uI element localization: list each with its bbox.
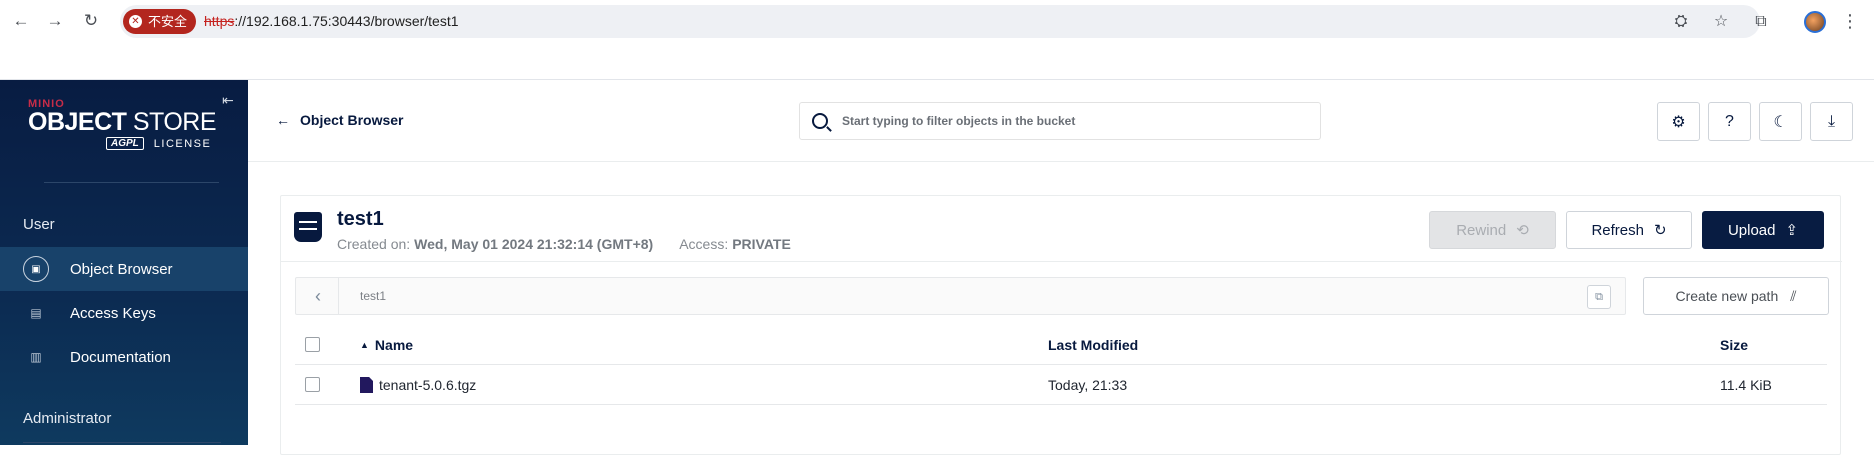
access-value: PRIVATE [732, 236, 791, 252]
url-rest: ://192.168.1.75:30443/browser/test1 [234, 13, 459, 29]
copy-path-icon[interactable]: ⧉ [1587, 285, 1611, 309]
profile-avatar[interactable] [1804, 11, 1826, 33]
forward-arrow-icon[interactable]: → [44, 10, 66, 32]
sidebar-item-label: Access Keys [70, 304, 156, 322]
column-header-modified[interactable]: Last Modified [1048, 337, 1138, 353]
browser-menu-icon[interactable]: ⋮ [1840, 10, 1860, 32]
size-cell: 11.4 KiB [1720, 377, 1772, 393]
moon-icon: ☾ [1773, 113, 1788, 131]
download-icon: ⤓ [1827, 112, 1836, 130]
help-icon: ? [1725, 112, 1734, 130]
browser-chrome: ← → ↻ ✕ 不安全 https://192.168.1.75:30443/b… [0, 0, 1874, 80]
row-checkbox[interactable] [305, 377, 320, 392]
sort-up-icon: ▲ [360, 340, 369, 350]
upload-label: Upload [1727, 221, 1776, 239]
table-header-row: ▲ Name Last Modified Size [295, 325, 1827, 365]
gear-icon: ⚙ [1671, 113, 1686, 131]
refresh-label: Refresh [1591, 221, 1644, 239]
download-button[interactable]: ⤓ [1810, 102, 1853, 141]
brand-name: OBJECT STORE [28, 108, 217, 136]
security-label: 不安全 [148, 14, 188, 29]
settings-button[interactable]: ⚙ [1657, 102, 1700, 141]
bucket-meta: Created on: Wed, May 01 2024 21:32:14 (G… [337, 236, 791, 252]
dark-mode-button[interactable]: ☾ [1759, 102, 1802, 141]
insecure-icon: ✕ [129, 15, 142, 28]
history-icon: ⟲ [1516, 222, 1529, 239]
column-header-size[interactable]: Size [1720, 337, 1748, 353]
bucket-title: test1 [337, 208, 384, 230]
sidebar-item-object-browser[interactable]: ▣ Object Browser [0, 247, 248, 291]
access-label: Access: [679, 236, 729, 252]
extensions-icon[interactable]: ⧉ [1750, 11, 1772, 33]
sidebar-item-documentation[interactable]: ▥ Documentation [0, 335, 248, 379]
reload-icon[interactable]: ↻ [80, 10, 102, 32]
back-to-object-browser[interactable]: ← Object Browser [276, 112, 403, 128]
bucket-panel: test1 Created on: Wed, May 01 2024 21:32… [280, 195, 1842, 455]
last-modified-cell: Today, 21:33 [1048, 377, 1128, 393]
sidebar-item-label: Documentation [70, 348, 171, 366]
agpl-badge: AGPL [106, 137, 144, 150]
upload-button[interactable]: Upload ⇪ [1702, 211, 1824, 249]
back-arrow-icon: ← [276, 112, 290, 128]
help-button[interactable]: ? [1708, 102, 1751, 141]
section-divider [23, 442, 221, 443]
brand-logo[interactable]: MINIO OBJECT STORE AGPL LICENSE [28, 98, 228, 150]
page-header: ← Object Browser ⚙ ? ☾ ⤓ [248, 80, 1874, 162]
select-all-checkbox[interactable] [305, 337, 320, 352]
url-text[interactable]: https://192.168.1.75:30443/browser/test1 [204, 5, 459, 38]
bookmark-star-icon[interactable]: ☆ [1710, 11, 1732, 33]
search-icon [812, 113, 828, 129]
search-input[interactable] [842, 114, 1282, 128]
brand-divider [44, 182, 219, 183]
sidebar-item-label: Object Browser [70, 260, 173, 278]
create-path-label: Create new path [1675, 288, 1779, 304]
breadcrumb: ‹ test1 ⧉ [295, 277, 1626, 315]
sidebar-item-access-keys[interactable]: ▤ Access Keys [0, 291, 248, 335]
refresh-button[interactable]: Refresh ↻ [1566, 211, 1692, 249]
main-content: ← Object Browser ⚙ ? ☾ ⤓ test1 Created o… [248, 80, 1874, 455]
rewind-button[interactable]: Rewind ⟲ [1429, 211, 1556, 249]
object-table: ▲ Name Last Modified Size tenant-5.0.6.t… [295, 325, 1827, 405]
back-label: Object Browser [300, 112, 404, 128]
sidebar: MINIO OBJECT STORE AGPL LICENSE ⇤ User ▣… [0, 80, 248, 445]
table-row[interactable]: tenant-5.0.6.tgz Today, 21:33 11.4 KiB [295, 365, 1827, 405]
column-header-name[interactable]: ▲ Name [360, 337, 413, 353]
refresh-icon: ↻ [1653, 222, 1667, 239]
collapse-sidebar-icon[interactable]: ⇤ [222, 92, 234, 109]
access-keys-icon: ▤ [30, 306, 42, 320]
address-bar[interactable]: ✕ 不安全 https://192.168.1.75:30443/browser… [120, 5, 1760, 38]
search-box[interactable] [799, 102, 1321, 140]
section-administrator: Administrator [23, 410, 112, 427]
translate-icon[interactable]: ⛭ [1670, 11, 1692, 33]
url-scheme: https [204, 13, 235, 29]
brand-license-row: AGPL LICENSE [106, 137, 228, 150]
section-user: User [23, 216, 55, 233]
bucket-header: test1 Created on: Wed, May 01 2024 21:32… [281, 196, 1842, 262]
create-new-path-button[interactable]: Create new path ⫽ [1643, 277, 1829, 315]
back-arrow-icon[interactable]: ← [10, 10, 32, 32]
created-value: Wed, May 01 2024 21:32:14 (GMT+8) [414, 236, 654, 252]
rewind-label: Rewind [1456, 221, 1507, 239]
chevron-left-icon[interactable]: ‹ [308, 286, 328, 306]
file-name-cell[interactable]: tenant-5.0.6.tgz [360, 377, 476, 393]
license-text: LICENSE [153, 137, 212, 150]
object-browser-icon: ▣ [23, 256, 49, 282]
created-label: Created on: [337, 236, 411, 252]
new-path-icon: ⫽ [1790, 287, 1797, 304]
documentation-icon: ▥ [30, 350, 42, 364]
security-chip[interactable]: ✕ 不安全 [123, 9, 197, 34]
breadcrumb-path[interactable]: test1 [360, 289, 386, 303]
bucket-icon [294, 212, 322, 242]
file-icon [360, 377, 373, 393]
upload-icon: ⇪ [1785, 222, 1799, 239]
